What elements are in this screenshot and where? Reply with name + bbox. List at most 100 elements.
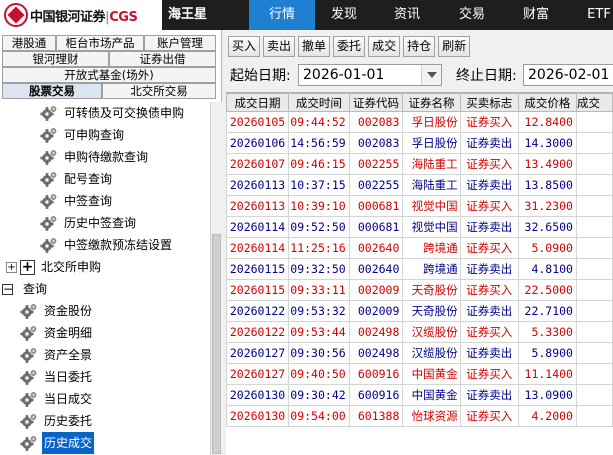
tree-item-label: 资金股份 — [44, 304, 93, 318]
tree-item[interactable]: 可转债及可交换债申购 — [40, 102, 186, 124]
table-row[interactable]: 20260114 09:52:50 000681 视觉中国 证券卖出 32.6500 — [226, 216, 613, 238]
tree-item[interactable]: 资产全景 — [20, 344, 94, 366]
nav-etf[interactable]: ETF — [569, 0, 613, 30]
table-row[interactable]: 20260122 09:53:32 002009 天奇股份 证券卖出 22.7100 — [226, 300, 613, 322]
nav-news[interactable]: 资讯 — [373, 0, 441, 30]
tree-item-selected[interactable]: 历史成交 — [20, 432, 95, 454]
tree-item[interactable]: 资金明细 — [20, 322, 94, 344]
trades-button[interactable]: 成交 — [368, 36, 401, 57]
tree-item[interactable]: 历史委托 — [20, 410, 94, 432]
nav-trade[interactable]: 交易 — [441, 0, 503, 30]
table-row[interactable]: 20260122 09:53:44 002498 汉缆股份 证券买入 5.3300 — [226, 321, 613, 343]
table-row[interactable]: 20260130 09:54:00 601388 怡球资源 证券买入 4.2000 — [226, 405, 613, 427]
refresh-button[interactable]: 刷新 — [438, 36, 471, 57]
gear-icon — [20, 368, 38, 386]
nav-wealth[interactable]: 财富 — [503, 0, 569, 30]
start-date-picker[interactable]: 2026-01-01 — [298, 64, 442, 86]
cancel-order-button[interactable]: 撤单 — [298, 36, 331, 57]
cell-security-name: 视觉中国 — [402, 216, 461, 238]
table-row[interactable]: 20260115 09:33:11 002009 天奇股份 证券买入 22.5000 — [226, 279, 613, 301]
table-row[interactable]: 20260130 09:30:42 600916 中国黄金 证券卖出 13.0900 — [226, 384, 613, 406]
cell-security-code: 000681 — [348, 195, 404, 217]
cell-trade-date: 20260113 — [226, 195, 290, 217]
tree-item-label: 历史委托 — [44, 414, 93, 428]
col-security-name[interactable]: 证券名称 — [402, 93, 461, 112]
tab-account-mgmt[interactable]: 账户管理 — [144, 35, 216, 51]
col-price[interactable]: 成交价格 — [517, 93, 577, 112]
table-row[interactable]: 20260127 09:30:56 002498 汉缆股份 证券卖出 5.8900 — [226, 342, 613, 364]
tree-item[interactable]: 资金股份 — [20, 300, 94, 322]
tree-item[interactable]: 当日成交 — [20, 388, 94, 410]
tree-item[interactable]: 配号查询 — [40, 168, 114, 190]
table-row[interactable]: 20260113 10:37:15 002255 海陆重工 证券卖出 13.8500 — [226, 174, 613, 196]
buy-button[interactable]: 买入 — [228, 36, 261, 57]
tree-scrollbar-thumb[interactable] — [212, 234, 221, 454]
cell-trade-more — [575, 153, 613, 175]
expand-icon[interactable]: + — [6, 261, 17, 273]
col-security-code[interactable]: 证券代码 — [348, 93, 404, 112]
cell-side: 证券卖出 — [459, 384, 519, 406]
tree-item[interactable]: 中签查询 — [40, 190, 114, 212]
table-row[interactable]: 20260106 14:56:59 002083 孚日股份 证券卖出 14.3000 — [226, 132, 613, 154]
tab-securities-lending[interactable]: 证券出借 — [109, 51, 216, 67]
cell-side: 证券卖出 — [459, 300, 519, 322]
tab-otc-products[interactable]: 柜台市场产品 — [56, 35, 144, 51]
tree-scrollbar[interactable] — [210, 102, 222, 455]
nav-market[interactable]: 行情 — [249, 0, 315, 30]
cell-price: 13.8500 — [517, 174, 577, 196]
start-date-label: 起始日期: — [230, 68, 291, 84]
chevron-down-icon[interactable] — [421, 65, 441, 85]
table-row[interactable]: 20260107 09:46:15 002255 海陆重工 证券买入 13.4900 — [226, 153, 613, 175]
tree-item[interactable]: 历史中签查询 — [40, 212, 138, 234]
tree-item-label: 配号查询 — [64, 172, 113, 186]
tree-group-expanded[interactable]: − 查询 — [2, 278, 49, 300]
collapse-icon[interactable]: − — [2, 283, 13, 295]
tab-hk-connect[interactable]: 港股通 — [2, 35, 56, 51]
cell-trade-date: 20260122 — [226, 321, 290, 343]
tree-item[interactable]: 申购待缴款查询 — [40, 146, 150, 168]
table-row[interactable]: 20260105 09:44:52 002083 孚日股份 证券买入 12.8400 — [226, 111, 613, 133]
cell-trade-time: 09:54:00 — [288, 405, 350, 427]
tree-item-label: 资金明细 — [44, 326, 93, 340]
cell-price: 31.2300 — [517, 195, 577, 217]
cell-trade-time: 10:37:15 — [288, 174, 350, 196]
tree-item-label: 查询 — [23, 282, 48, 296]
cell-trade-more — [575, 300, 613, 322]
cell-trade-date: 20260113 — [226, 174, 290, 196]
tree-item[interactable]: 当日委托 — [20, 366, 94, 388]
gear-icon — [20, 434, 38, 452]
table-row[interactable]: 20260114 11:25:16 002640 跨境通 证券买入 5.0900 — [226, 237, 613, 259]
cell-trade-more — [575, 195, 613, 217]
orders-button[interactable]: 委托 — [333, 36, 366, 57]
tree-item-label: 当日成交 — [44, 392, 93, 406]
col-trade-time[interactable]: 成交时间 — [288, 93, 350, 112]
tab-stock-trading[interactable]: 股票交易 — [2, 83, 102, 99]
cell-price: 14.3000 — [517, 132, 577, 154]
cell-side: 证券卖出 — [459, 216, 519, 238]
table-row[interactable]: 20260115 09:32:50 002640 跨境通 证券卖出 4.8100 — [226, 258, 613, 280]
tree-item-label: 当日委托 — [44, 370, 93, 384]
positions-button[interactable]: 持仓 — [403, 36, 436, 57]
cell-side: 证券买入 — [459, 237, 519, 259]
tree-item-label: 可申购查询 — [64, 128, 125, 142]
tab-wealth-mgmt[interactable]: 银河理财 — [2, 51, 109, 67]
col-side[interactable]: 买卖标志 — [459, 93, 519, 112]
cell-price: 13.4900 — [517, 153, 577, 175]
cell-security-code: 600916 — [348, 384, 404, 406]
tab-row-4: 股票交易 北交所交易 — [2, 83, 216, 99]
tab-bse-trading[interactable]: 北交所交易 — [102, 83, 216, 99]
tree-group-collapsed[interactable]: + + 北交所申购 — [6, 256, 103, 278]
end-date-picker[interactable]: 2026-02-01 — [523, 64, 613, 86]
cell-side: 证券买入 — [459, 363, 519, 385]
app-window: 中国银河证券|CGS 海王星 行情 发现 资讯 交易 财富 ETF 港股通 柜台… — [0, 0, 613, 455]
tab-open-fund[interactable]: 开放式基金(场外) — [2, 67, 216, 83]
cell-security-name: 孚日股份 — [402, 111, 461, 133]
table-row[interactable]: 20260113 10:39:10 000681 视觉中国 证券买入 31.2300 — [226, 195, 613, 217]
col-trade-more[interactable]: 成交 — [575, 93, 613, 112]
tree-item[interactable]: 中签缴款预冻结设置 — [40, 234, 174, 256]
tree-item[interactable]: 可申购查询 — [40, 124, 126, 146]
nav-discover[interactable]: 发现 — [315, 0, 373, 30]
table-row[interactable]: 20260127 09:40:50 600916 中国黄金 证券买入 11.1400 — [226, 363, 613, 385]
sell-button[interactable]: 卖出 — [263, 36, 296, 57]
col-trade-date[interactable]: 成交日期 — [226, 93, 290, 112]
